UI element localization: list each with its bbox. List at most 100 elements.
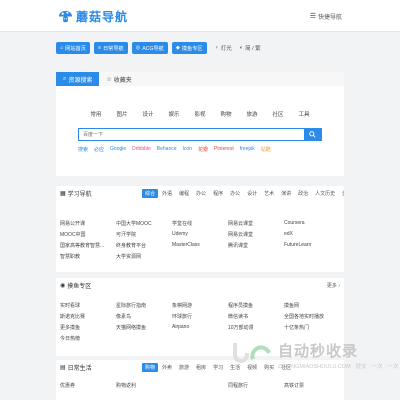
link-item[interactable]: 今日热榜: [60, 335, 116, 342]
search-icon: ⌕: [63, 75, 67, 82]
category-item[interactable]: 常用: [90, 110, 101, 118]
link-item[interactable]: MasterClass: [172, 242, 228, 249]
fish-icon: ◆: [175, 45, 180, 51]
search-engine-option[interactable]: 搜索: [78, 146, 88, 153]
search-submit-button[interactable]: [304, 129, 321, 140]
category-tab[interactable]: 办公: [193, 189, 209, 198]
link-item[interactable]: 环球旅行: [172, 313, 228, 320]
nav-row: ⌂ 网站首页 ≡ 日常导航 ◎ ACG导航 ◆ 摸鱼专区 ♀ 灯光 ◐ 简 / …: [56, 42, 261, 54]
category-tab[interactable]: 外语: [159, 189, 175, 198]
link-item[interactable]: edX: [284, 231, 340, 238]
category-item[interactable]: 工具: [299, 110, 310, 118]
link-item[interactable]: Airpano: [172, 324, 228, 331]
grid-icon: ▦: [60, 190, 66, 197]
link-item: [172, 382, 228, 389]
category-item[interactable]: 影视: [194, 110, 205, 118]
search-engine-option[interactable]: Dribbble: [132, 146, 151, 153]
nav-fish-button[interactable]: ◆ 摸鱼专区: [171, 42, 207, 54]
link-item[interactable]: 斯诺克比赛: [60, 313, 116, 320]
search-engine-option[interactable]: freepik: [240, 146, 255, 153]
search-engine-option[interactable]: Google: [110, 146, 126, 153]
site-logo[interactable]: 蘑菇导航: [58, 8, 128, 25]
link-item[interactable]: 可汗学院: [116, 231, 172, 238]
link-item[interactable]: 像素鸟: [116, 313, 172, 320]
search-input[interactable]: [79, 129, 305, 140]
link-item[interactable]: 高铁订票: [284, 382, 340, 389]
category-tab[interactable]: 办公: [227, 189, 243, 198]
link-item[interactable]: FutureLearn: [284, 242, 340, 249]
fish-links: 实时看球 星际旅行指南 象棋网游 程序员摸鱼 摸鱼网斯诺克比赛 像素鸟 环球旅行 微信读书 全国…: [60, 302, 340, 342]
link-item[interactable]: 摸鱼网: [284, 302, 340, 309]
category-tab[interactable]: 演讲: [278, 189, 294, 198]
link-item[interactable]: Udemy: [172, 231, 228, 238]
category-tab[interactable]: 程序: [210, 189, 226, 198]
category-tab[interactable]: 创意: [339, 189, 344, 198]
category-item[interactable]: 图片: [116, 110, 127, 118]
link-item[interactable]: 程序员摸鱼: [228, 302, 284, 309]
link-item[interactable]: 优惠券: [60, 382, 116, 389]
link-item[interactable]: 微信读书: [228, 313, 284, 320]
lang-toggle[interactable]: ◐ 简 / 繁: [240, 44, 261, 52]
category-item[interactable]: 旅游: [247, 110, 258, 118]
link-item[interactable]: 网易公开课: [60, 220, 116, 227]
category-tab[interactable]: 艺术: [261, 189, 277, 198]
study-tabs: 综合外语编程办公程序办公设计艺术演讲政治人文历史创意: [142, 188, 344, 198]
link-item[interactable]: 学堂在线: [172, 220, 228, 227]
logo-text: 蘑菇导航: [76, 10, 129, 24]
link-item[interactable]: 实时看球: [60, 302, 116, 309]
link-item[interactable]: 全国各地实时播放: [284, 313, 340, 320]
daily-links: 优惠券 购物返利 同程旅行 高铁订票: [60, 382, 340, 389]
search-engine-option[interactable]: 站酷: [261, 146, 271, 153]
category-item[interactable]: 设计: [142, 110, 153, 118]
tab-favorites[interactable]: ☆ 收藏夹: [99, 72, 138, 86]
category-item[interactable]: 购物: [221, 110, 232, 118]
light-toggle[interactable]: ♀ 灯光: [215, 44, 232, 52]
link-item[interactable]: 腾讯课堂: [228, 242, 284, 249]
link-item[interactable]: 智慧职教: [60, 253, 116, 260]
category-tab[interactable]: 旅游: [176, 363, 192, 372]
link-item[interactable]: 同程旅行: [228, 382, 284, 389]
nav-acg-button[interactable]: ◎ ACG导航: [131, 42, 168, 54]
search-engine-option[interactable]: Pinterest: [214, 146, 234, 153]
category-item[interactable]: 娱乐: [168, 110, 179, 118]
top-bar: 蘑菇导航 ☰ 快捷导航: [0, 0, 400, 32]
category-tab[interactable]: 综合: [142, 188, 159, 198]
tab-resource-search[interactable]: ⌕ 资源搜索: [56, 72, 100, 86]
category-tab[interactable]: 编程: [176, 189, 192, 198]
link-item[interactable]: 10万部动漫: [228, 324, 284, 331]
link-item[interactable]: 十亿条热门: [284, 324, 340, 331]
link-item[interactable]: 网易云课堂: [228, 220, 284, 227]
more-button[interactable]: 更多 ›: [327, 282, 340, 289]
link-item[interactable]: MOOC中国: [60, 231, 116, 238]
search-engine-option[interactable]: Icon: [183, 146, 192, 153]
nav-daily-button[interactable]: ≡ 日常导航: [93, 42, 128, 54]
link-item[interactable]: 中国大学MOOC: [116, 220, 172, 227]
link-item[interactable]: 网易云课堂: [228, 231, 284, 238]
search-icon: [309, 131, 316, 138]
link-item[interactable]: 国家高等教育智慧...: [60, 242, 116, 249]
link-item[interactable]: 象棋网游: [172, 302, 228, 309]
category-tab[interactable]: 设计: [244, 189, 260, 198]
search-engine-option[interactable]: Behance: [157, 146, 177, 153]
quicknav-button[interactable]: ☰ 快捷导航: [310, 12, 342, 22]
category-tab[interactable]: 人文历史: [312, 189, 338, 198]
search-engine-option[interactable]: 必应: [94, 146, 104, 153]
link-item[interactable]: Coursera: [284, 220, 340, 227]
link-item[interactable]: 天猫网络摸鱼: [116, 324, 172, 331]
link-item[interactable]: 购物返利: [116, 382, 172, 389]
link-item[interactable]: 终身教育平台: [116, 242, 172, 249]
search-tabs: ⌕ 资源搜索 ☆ 收藏夹: [56, 72, 344, 86]
category-tab[interactable]: 购物: [142, 362, 159, 372]
category-tab[interactable]: 租房: [193, 363, 209, 372]
link-item[interactable]: 大学资源网: [116, 253, 172, 260]
category-tab[interactable]: 政治: [295, 189, 311, 198]
study-nav-card: ▦ 学习导航 综合外语编程办公程序办公设计艺术演讲政治人文历史创意 网易公开课中…: [56, 186, 344, 272]
category-item[interactable]: 社区: [273, 110, 284, 118]
category-tab[interactable]: 学习: [210, 363, 226, 372]
nav-home-button[interactable]: ⌂ 网站首页: [56, 42, 90, 54]
search-engines: 搜索 必应 Google Dribbble Behance Icon 花瓣 Pinterest…: [78, 146, 271, 153]
category-tab[interactable]: 外卖: [159, 363, 175, 372]
search-engine-option[interactable]: 花瓣: [198, 146, 208, 153]
link-item[interactable]: 星际旅行指南: [116, 302, 172, 309]
link-item[interactable]: 更多摸鱼: [60, 324, 116, 331]
